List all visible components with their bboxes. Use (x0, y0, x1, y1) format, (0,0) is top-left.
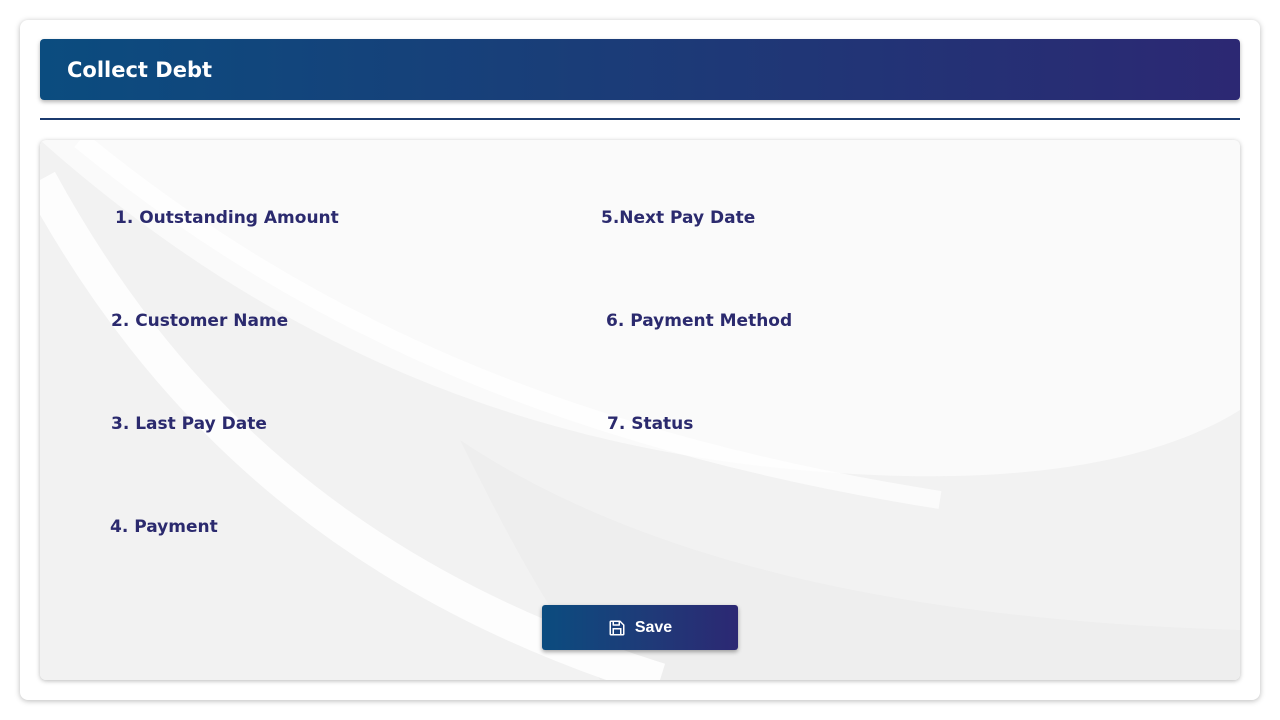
field-label-last-pay-date: 3. Last Pay Date (111, 414, 267, 434)
field-label-next-pay-date: 5.Next Pay Date (601, 208, 756, 228)
save-button-label: Save (634, 618, 673, 636)
header-bar: Collect Debt (40, 39, 1240, 100)
page-title: Collect Debt (67, 57, 213, 82)
form-card: 1. Outstanding Amount 2. Customer Name 3… (40, 140, 1240, 680)
field-label-status: 7. Status (607, 414, 694, 434)
field-label-outstanding-amount: 1. Outstanding Amount (115, 208, 339, 228)
save-button[interactable]: Save (542, 605, 738, 650)
page-card: Collect Debt 1. Outstanding Amount 2. Cu… (20, 20, 1260, 700)
floppy-disk-icon (609, 620, 625, 635)
field-label-payment: 4. Payment (110, 517, 218, 537)
field-label-customer-name: 2. Customer Name (111, 311, 289, 331)
header-divider (40, 118, 1240, 120)
field-label-payment-method: 6. Payment Method (606, 311, 793, 331)
